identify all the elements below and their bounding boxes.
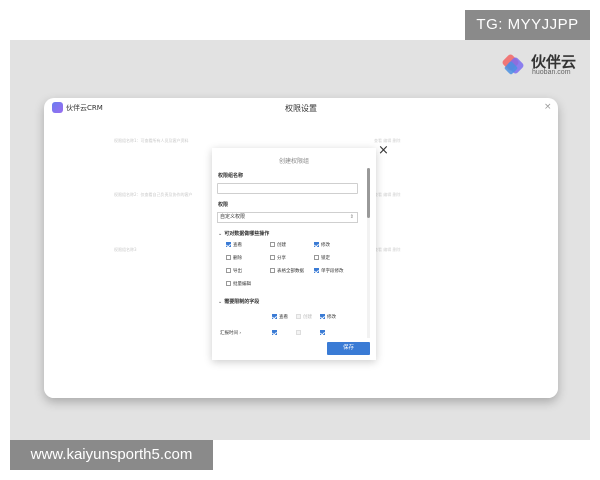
checkbox-box: [226, 268, 231, 273]
checkbox-box: [320, 314, 325, 319]
checkbox-box: [272, 330, 277, 335]
field-row-view-checkbox[interactable]: [272, 330, 279, 337]
tg-watermark-tag: TG: MYYJJPP: [465, 10, 590, 40]
window-title: 权限设置: [285, 104, 317, 113]
checkbox-label: 批量编辑: [233, 282, 251, 287]
screenshot-stage: TG: MYYJJPP 伙伴云 huoban.com 伙伴云CRM 权限设置 ×…: [0, 0, 600, 480]
checkbox-modify[interactable]: 修改: [314, 242, 330, 249]
checkbox-box: [270, 255, 275, 260]
background-row-text: 权限组名称2：仅查看自己负责及协作的客户: [114, 192, 193, 197]
checkbox-box: [226, 242, 231, 247]
field-row-label: 汇报时间 ›: [220, 331, 242, 336]
section-restricted-fields[interactable]: ⌄ 需要限制的字段: [218, 298, 259, 305]
background-row-actions: 查看 编辑 删除: [374, 247, 401, 252]
checkbox-lock[interactable]: 锁定: [314, 255, 330, 262]
checkbox-box: [226, 281, 231, 286]
section-restricted-fields-label: 需要限制的字段: [224, 299, 260, 305]
group-name-label: 权限组名称: [218, 173, 244, 179]
checkbox-delete[interactable]: 删除: [226, 255, 242, 262]
field-header-modify[interactable]: 修改: [320, 314, 336, 321]
checkbox-label: 查看: [279, 315, 288, 320]
field-row-modify-checkbox[interactable]: [320, 330, 327, 337]
field-row-create-checkbox[interactable]: [296, 330, 303, 337]
section-data-operations-label: 可对数据做哪些操作: [224, 231, 270, 237]
field-header-view[interactable]: 查看: [272, 314, 288, 321]
group-name-input[interactable]: [217, 183, 358, 194]
checkbox-box: [296, 330, 301, 335]
checkbox-box: [270, 268, 275, 273]
select-arrows-icon: ⇕: [349, 214, 354, 220]
create-permission-group-modal: 创建权限组 权限组名称 权限 自定义权限 ⇕ ⌄ 可对数据做哪些操作 查看 创建 …: [212, 148, 376, 360]
window-close-icon[interactable]: ×: [544, 102, 552, 112]
modal-close-icon[interactable]: ×: [378, 144, 389, 158]
chevron-down-icon: ⌄: [218, 231, 223, 237]
checkbox-label: 创建: [277, 243, 286, 248]
checkbox-box: [296, 314, 301, 319]
checkbox-view[interactable]: 查看: [226, 242, 242, 249]
checkbox-bulk-edit[interactable]: 批量编辑: [226, 281, 251, 288]
checkbox-box: [272, 314, 277, 319]
checkbox-box: [320, 330, 325, 335]
checkbox-label: 修改: [321, 243, 330, 248]
checkbox-label: 单字段修改: [321, 269, 344, 274]
permission-select-value: 自定义权限: [220, 214, 246, 220]
save-button[interactable]: 保存: [327, 342, 370, 355]
checkbox-box: [314, 255, 319, 260]
brand-domain: huoban.com: [532, 69, 571, 76]
chevron-down-icon: ⌄: [218, 299, 223, 305]
field-header-create[interactable]: 创建: [296, 314, 312, 321]
checkbox-all-data[interactable]: 表格全部数据: [270, 268, 304, 275]
checkbox-share[interactable]: 分享: [270, 255, 286, 262]
checkbox-label: 分享: [277, 256, 286, 261]
checkbox-export[interactable]: 导出: [226, 268, 242, 275]
checkbox-label: 创建: [303, 315, 312, 320]
checkbox-box: [314, 242, 319, 247]
url-watermark-tag: www.kaiyunsporth5.com: [10, 440, 213, 470]
background-row-text: 权限组名称1：可查看所有人员及客户资料: [114, 138, 189, 143]
checkbox-box: [226, 255, 231, 260]
checkbox-box: [270, 242, 275, 247]
brand-mark-icon: [502, 54, 524, 75]
permission-label: 权限: [218, 202, 229, 208]
modal-footer: 保存: [212, 338, 376, 360]
checkbox-label: 导出: [233, 269, 242, 274]
checkbox-label: 修改: [327, 315, 336, 320]
checkbox-box: [314, 268, 319, 273]
background-row-text: 权限组名称3: [114, 247, 137, 252]
section-data-operations[interactable]: ⌄ 可对数据做哪些操作: [218, 230, 269, 237]
modal-title: 创建权限组: [278, 158, 309, 165]
checkbox-label: 查看: [233, 243, 242, 248]
window-header: 伙伴云CRM 权限设置 ×: [44, 98, 558, 118]
background-row-actions: 查看 编辑 删除: [374, 192, 401, 197]
checkbox-single-field-edit[interactable]: 单字段修改: [314, 268, 344, 275]
checkbox-label: 锁定: [321, 256, 330, 261]
permission-select[interactable]: 自定义权限 ⇕: [217, 212, 358, 223]
modal-scrollbar-thumb[interactable]: [367, 168, 370, 218]
brand-logo: 伙伴云 huoban.com: [500, 52, 590, 78]
checkbox-create[interactable]: 创建: [270, 242, 286, 249]
checkbox-label: 删除: [233, 256, 242, 261]
checkbox-label: 表格全部数据: [277, 269, 304, 274]
